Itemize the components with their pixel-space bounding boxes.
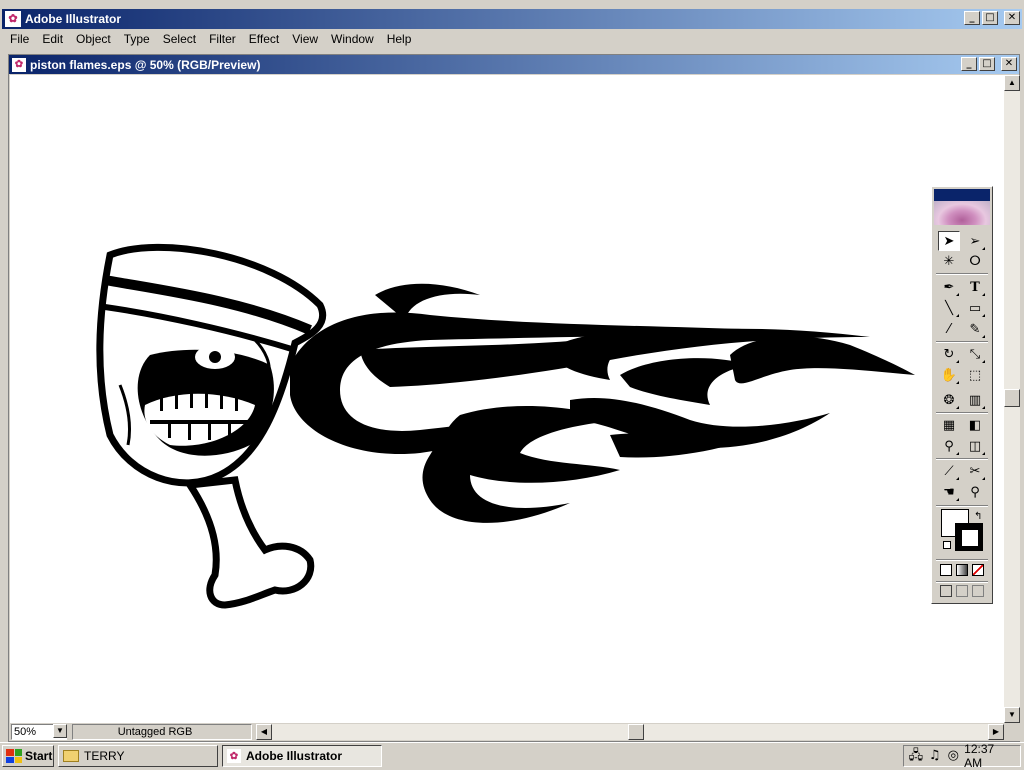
document-status-bar: 50% ▼ Untagged RGB ▼ ◀ ▶ [10, 723, 1020, 741]
menu-view[interactable]: View [285, 32, 324, 46]
zoom-dropdown-arrow-icon[interactable]: ▼ [53, 724, 67, 738]
taskbar-button-illustrator[interactable]: ✿ Adobe Illustrator [222, 745, 382, 767]
illustrator-taskbar-icon: ✿ [227, 749, 241, 763]
vertical-scroll-thumb[interactable] [1004, 389, 1020, 407]
start-label: Start [25, 749, 53, 763]
app-titlebar[interactable]: ✿ Adobe Illustrator _ □ ✕ [2, 9, 1022, 29]
paintbrush-tool-icon[interactable]: ⁄ [938, 319, 960, 339]
scroll-up-arrow-icon[interactable]: ▲ [1004, 75, 1020, 91]
horizontal-scroll-thumb[interactable] [628, 724, 644, 740]
menu-bar: File Edit Object Type Select Filter Effe… [2, 29, 1022, 48]
symbol-sprayer-tool-icon[interactable]: ❂ [938, 390, 960, 410]
menu-type[interactable]: Type [117, 32, 156, 46]
direct-selection-tool-icon[interactable]: ➢ [964, 231, 986, 251]
system-tray: 🖧 ♫ ◎ 12:37 AM [903, 742, 1021, 770]
warp-tool-icon[interactable]: ✋ [938, 365, 960, 385]
piston-skull-artwork [96, 243, 326, 609]
doc-minimize-button[interactable]: _ [961, 57, 977, 71]
selection-tool-icon[interactable]: ➤ [938, 231, 960, 251]
doc-maximize-button[interactable]: □ [979, 57, 995, 71]
illustrator-app-icon: ✿ [5, 11, 21, 27]
tools-palette: ➤ ➢ ✳ ⵔ ✒ T ╲ ▭ ⁄ ✎ ↻ ⤡ ✋ ⬚ ❂ ▥ ▦ ◧ ⚲ ◫ … [931, 186, 993, 604]
windows-flag-icon [6, 749, 22, 763]
document-titlebar[interactable]: ✿ piston flames.eps @ 50% (RGB/Preview) … [9, 55, 1019, 74]
hand-tool-icon[interactable]: ☚ [938, 482, 960, 502]
stroke-color-swatch[interactable] [955, 523, 983, 551]
network-icon[interactable]: 🖧 [908, 748, 924, 764]
pen-tool-icon[interactable]: ✒ [938, 277, 960, 297]
document-window-controls: _ □ ✕ [961, 57, 1017, 71]
browser-icon[interactable]: ◎ [945, 748, 961, 764]
taskbar-illustrator-label: Adobe Illustrator [246, 749, 343, 763]
menu-filter[interactable]: Filter [202, 32, 242, 46]
scissors-tool-icon[interactable]: ✂ [964, 461, 986, 481]
taskbar-terry-label: TERRY [84, 749, 125, 763]
horizontal-scrollbar[interactable]: ◀ ▶ [256, 724, 1004, 740]
mesh-tool-icon[interactable]: ▦ [938, 415, 960, 435]
zoom-level-value: 50% [14, 726, 37, 738]
line-tool-icon[interactable]: ╲ [938, 298, 960, 318]
lasso-tool-icon[interactable]: ⵔ [964, 251, 986, 271]
full-screen-mode-icon[interactable] [972, 585, 984, 597]
eyedropper-tool-icon[interactable]: ⚲ [938, 436, 960, 456]
full-screen-menu-mode-icon[interactable] [956, 585, 968, 597]
graph-tool-icon[interactable]: ▥ [964, 390, 986, 410]
taskbar-button-terry[interactable]: TERRY [58, 745, 218, 767]
type-tool-icon[interactable]: T [964, 277, 986, 297]
magic-wand-tool-icon[interactable]: ✳ [938, 251, 960, 271]
windows-taskbar: Start TERRY ✿ Adobe Illustrator 🖧 ♫ ◎ 12… [0, 742, 1024, 770]
menu-help[interactable]: Help [380, 32, 418, 46]
scroll-right-arrow-icon[interactable]: ▶ [988, 724, 1004, 740]
free-transform-tool-icon[interactable]: ⬚ [964, 365, 986, 385]
vertical-scrollbar[interactable]: ▲ ▼ [1004, 75, 1020, 723]
artboard-canvas[interactable] [10, 75, 1004, 723]
menu-window[interactable]: Window [324, 32, 380, 46]
document-window: ✿ piston flames.eps @ 50% (RGB/Preview) … [8, 54, 1020, 742]
slice-tool-icon[interactable]: ⟋ [938, 461, 960, 481]
menu-effect[interactable]: Effect [242, 32, 285, 46]
flames-artwork [290, 283, 915, 523]
menu-edit[interactable]: Edit [35, 32, 69, 46]
document-title: piston flames.eps @ 50% (RGB/Preview) [30, 57, 261, 72]
rectangle-tool-icon[interactable]: ▭ [964, 298, 986, 318]
zoom-tool-icon[interactable]: ⚲ [964, 482, 986, 502]
menu-file[interactable]: File [2, 32, 35, 46]
color-mode-icon[interactable] [940, 564, 952, 576]
color-profile-label: Untagged RGB [117, 726, 193, 738]
volume-icon[interactable]: ♫ [927, 748, 943, 764]
tools-palette-titlebar[interactable] [934, 189, 990, 201]
status-info-field[interactable]: Untagged RGB ▼ [72, 724, 308, 740]
blend-tool-icon[interactable]: ◫ [964, 436, 986, 456]
scroll-left-arrow-icon[interactable]: ◀ [256, 724, 272, 740]
app-title: Adobe Illustrator [25, 12, 122, 26]
maximize-button[interactable]: □ [982, 11, 998, 25]
minimize-button[interactable]: _ [964, 11, 980, 25]
folder-icon [63, 750, 79, 762]
start-button[interactable]: Start [2, 745, 54, 767]
piston-flames-artwork [96, 243, 915, 609]
illustrator-flower-logo [934, 201, 990, 225]
clock[interactable]: 12:37 AM [964, 742, 1014, 770]
standard-screen-mode-icon[interactable] [940, 585, 952, 597]
menu-object[interactable]: Object [69, 32, 117, 46]
swap-colors-icon[interactable]: ↰ [974, 511, 982, 522]
gradient-mode-icon[interactable] [956, 564, 968, 576]
default-colors-icon[interactable] [943, 541, 951, 549]
pencil-tool-icon[interactable]: ✎ [964, 319, 986, 339]
gradient-tool-icon[interactable]: ◧ [964, 415, 986, 435]
rotate-tool-icon[interactable]: ↻ [938, 344, 960, 364]
scale-tool-icon[interactable]: ⤡ [964, 344, 986, 364]
document-icon: ✿ [12, 57, 26, 72]
illustrator-app-window: ✿ Adobe Illustrator _ □ ✕ File Edit Obje… [0, 0, 1024, 742]
app-window-controls: _ □ ✕ [964, 11, 1020, 25]
menu-select[interactable]: Select [156, 32, 202, 46]
doc-close-button[interactable]: ✕ [1001, 57, 1017, 71]
close-button[interactable]: ✕ [1004, 11, 1020, 25]
scroll-down-arrow-icon[interactable]: ▼ [1004, 707, 1020, 723]
none-mode-icon[interactable] [972, 564, 984, 576]
